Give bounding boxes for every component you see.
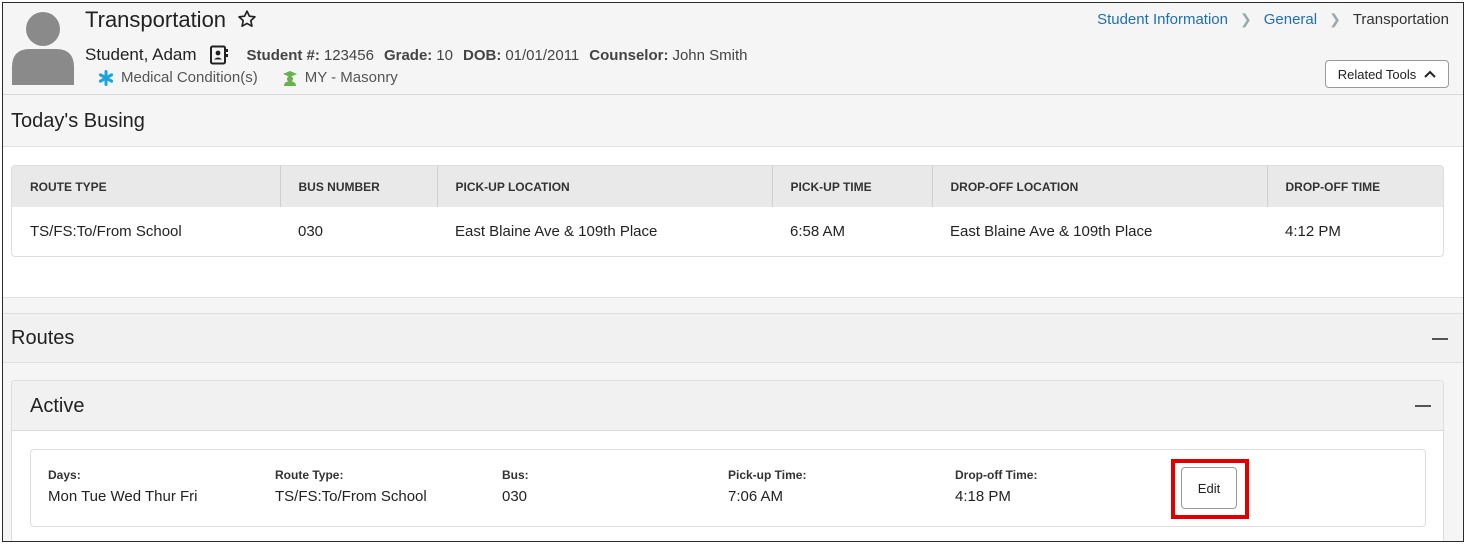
field-label: Bus: bbox=[502, 468, 529, 482]
related-tools-button[interactable]: Related Tools bbox=[1325, 60, 1449, 88]
field-value: 4:18 PM bbox=[955, 488, 1011, 505]
table-cell: 030 bbox=[298, 223, 324, 240]
related-tools-label: Related Tools bbox=[1337, 66, 1417, 82]
field-value: TS/FS:To/From School bbox=[275, 488, 427, 505]
field-label: Pick-up Time: bbox=[728, 468, 807, 482]
route-pickup-time: Pick-up Time: 7:06 AM bbox=[728, 468, 806, 505]
flag-label: MY - Masonry bbox=[304, 69, 398, 86]
routes-title: Routes bbox=[11, 327, 75, 349]
table-cell: 6:58 AM bbox=[790, 223, 846, 240]
student-grade: Grade: 10 bbox=[383, 46, 453, 64]
table-cell: East Blaine Ave & 109th Place bbox=[950, 223, 1153, 240]
flag-label: Medical Condition(s) bbox=[121, 69, 258, 86]
breadcrumb-student-information[interactable]: Student Information bbox=[1097, 11, 1228, 28]
column-header: PICK-UP TIME bbox=[772, 166, 933, 207]
asterisk-icon bbox=[98, 69, 114, 86]
student-flags: Medical Condition(s) MY - Masonry bbox=[98, 69, 422, 86]
student-header: Transportation Student, Adam Student #: 1… bbox=[3, 3, 1463, 95]
table-row: TS/FS:To/From School 030 East Blaine Ave… bbox=[12, 207, 1443, 256]
field-value: Mon Tue Wed Thur Fri bbox=[48, 488, 198, 505]
route-type: Route Type: TS/FS:To/From School bbox=[275, 468, 427, 505]
column-header: BUS NUMBER bbox=[280, 166, 438, 207]
student-dob: DOB: 01/01/2011 bbox=[462, 46, 580, 64]
field-label: Days: bbox=[48, 468, 81, 482]
page-title: Transportation bbox=[85, 7, 227, 32]
field-label: Drop-off Time: bbox=[955, 468, 1038, 482]
todays-busing-table: ROUTE TYPE BUS NUMBER PICK-UP LOCATION P… bbox=[11, 165, 1444, 257]
graduate-icon bbox=[282, 70, 297, 86]
collapse-minus-icon[interactable] bbox=[1415, 405, 1431, 407]
student-info-line: Student, Adam Student #: 123456 Grade: 10 … bbox=[85, 45, 758, 65]
flag-medical-condition[interactable]: Medical Condition(s) bbox=[98, 69, 258, 86]
route-days: Days: Mon Tue Wed Thur Fri bbox=[48, 468, 198, 505]
star-icon[interactable] bbox=[237, 9, 257, 29]
flag-program[interactable]: MY - Masonry bbox=[282, 69, 398, 86]
chevron-right-icon: ❯ bbox=[1329, 11, 1341, 27]
page-frame: Transportation Student, Adam Student #: 1… bbox=[2, 2, 1464, 542]
route-bus: Bus: 030 bbox=[502, 468, 529, 505]
column-header: DROP-OFF TIME bbox=[1267, 166, 1443, 207]
field-value: 030 bbox=[502, 488, 528, 505]
todays-busing-header: Today's Busing bbox=[3, 96, 1463, 146]
breadcrumb: Student Information ❯ General ❯ Transpor… bbox=[1097, 11, 1449, 28]
contact-card-icon[interactable] bbox=[209, 45, 229, 65]
student-name: Student, Adam bbox=[85, 45, 197, 64]
table-cell: 4:12 PM bbox=[1285, 223, 1341, 240]
column-header: DROP-OFF LOCATION bbox=[932, 166, 1268, 207]
table-header-row: ROUTE TYPE BUS NUMBER PICK-UP LOCATION P… bbox=[12, 166, 1443, 207]
active-routes-panel: Active Days: Mon Tue Wed Thur Fri Route … bbox=[11, 380, 1444, 541]
active-routes-title: Active bbox=[30, 395, 85, 417]
breadcrumb-current: Transportation bbox=[1352, 11, 1449, 28]
active-routes-header: Active bbox=[12, 381, 1443, 431]
column-header: ROUTE TYPE bbox=[12, 166, 281, 207]
collapse-minus-icon[interactable] bbox=[1432, 338, 1448, 340]
student-counselor: Counselor: John Smith bbox=[589, 46, 748, 64]
breadcrumb-general[interactable]: General bbox=[1264, 11, 1317, 28]
avatar bbox=[12, 12, 74, 85]
table-cell: East Blaine Ave & 109th Place bbox=[455, 223, 658, 240]
student-number: Student #: 123456 bbox=[246, 46, 374, 64]
field-value: 7:06 AM bbox=[728, 488, 784, 505]
routes-header: Routes bbox=[3, 313, 1463, 363]
chevron-right-icon: ❯ bbox=[1239, 11, 1252, 27]
column-header: PICK-UP LOCATION bbox=[437, 166, 773, 207]
route-card: Days: Mon Tue Wed Thur Fri Route Type: T… bbox=[30, 449, 1426, 527]
chevron-up-icon bbox=[1424, 70, 1436, 78]
table-cell: TS/FS:To/From School bbox=[30, 223, 182, 240]
todays-busing-body: ROUTE TYPE BUS NUMBER PICK-UP LOCATION P… bbox=[3, 146, 1463, 298]
edit-button[interactable]: Edit bbox=[1181, 467, 1237, 509]
field-label: Route Type: bbox=[275, 468, 344, 482]
todays-busing-title: Today's Busing bbox=[11, 110, 145, 132]
route-dropoff-time: Drop-off Time: 4:18 PM bbox=[955, 468, 1037, 505]
